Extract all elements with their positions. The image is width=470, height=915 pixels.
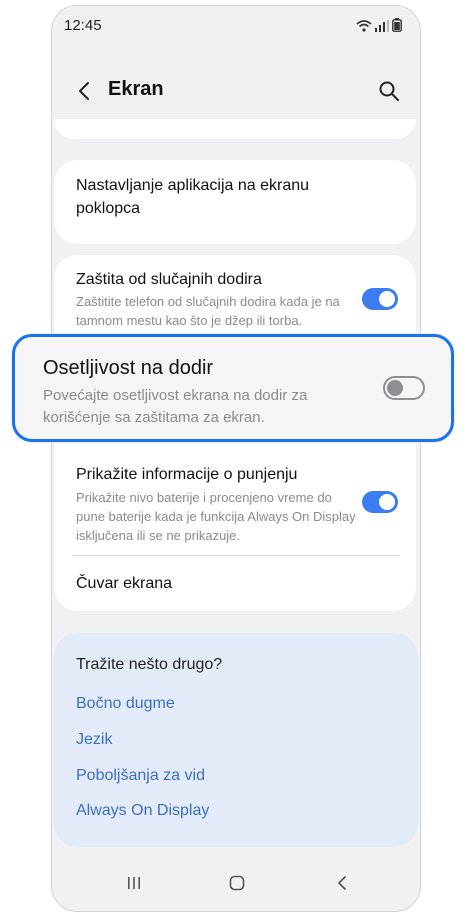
recent-apps-icon[interactable] <box>126 875 142 891</box>
toggle-knob <box>379 494 395 510</box>
suggestions-title: Tražite nešto drugo? <box>76 656 223 673</box>
battery-icon <box>392 18 402 32</box>
charging-info-subtitle: Prikažite nivo baterije i procenjeno vre… <box>76 490 356 543</box>
cover-apps-label: Nastavljanje aplikacija na ekranu poklop… <box>76 177 310 217</box>
touch-sensitivity-subtitle: Povećajte osetljivost ekrana na dodir za… <box>43 387 308 426</box>
navigation-bar <box>52 861 420 911</box>
touch-sensitivity-toggle[interactable] <box>383 376 425 400</box>
link-vision-enhancements[interactable]: Poboljšanja za vid <box>76 767 205 785</box>
toggle-knob <box>379 291 395 307</box>
status-time: 12:45 <box>64 17 102 34</box>
previous-settings-card <box>54 119 416 139</box>
accidental-touch-title: Zaštita od slučajnih dodira <box>76 271 262 288</box>
charging-info-toggle[interactable] <box>362 491 398 513</box>
accidental-touch-subtitle: Zaštitite telefon od slučajnih dodira ka… <box>76 294 340 328</box>
signal-icon <box>375 20 389 32</box>
cover-apps-card[interactable]: Nastavljanje aplikacija na ekranu poklop… <box>54 160 416 244</box>
toggle-knob <box>387 380 403 396</box>
back-arrow-icon[interactable] <box>74 80 96 102</box>
suggestions-card: Tražite nešto drugo? Bočno dugme Jezik P… <box>54 633 418 847</box>
screen-saver-item[interactable]: Čuvar ekrana <box>76 572 172 595</box>
touch-sensitivity-title: Osetljivost na dodir <box>43 357 214 379</box>
page-title: Ekran <box>108 78 164 100</box>
link-side-button[interactable]: Bočno dugme <box>76 695 175 713</box>
charging-info-title: Prikažite informacije o punjenju <box>76 466 298 483</box>
search-icon[interactable] <box>378 80 400 102</box>
accidental-touch-toggle[interactable] <box>362 288 398 310</box>
phone-screen: 12:45 Ekran Nastavljanje aplikacija na e… <box>51 5 421 912</box>
wifi-icon <box>356 20 372 32</box>
touch-sensitivity-highlight[interactable]: Osetljivost na dodir Povećajte osetljivo… <box>12 334 454 442</box>
divider <box>72 555 400 556</box>
status-icons <box>356 18 402 32</box>
app-bar: Ekran <box>52 66 420 118</box>
link-always-on-display[interactable]: Always On Display <box>76 802 209 820</box>
back-nav-icon[interactable] <box>334 875 350 891</box>
link-language[interactable]: Jezik <box>76 731 112 749</box>
status-bar: 12:45 <box>52 6 420 46</box>
home-icon[interactable] <box>229 875 245 891</box>
